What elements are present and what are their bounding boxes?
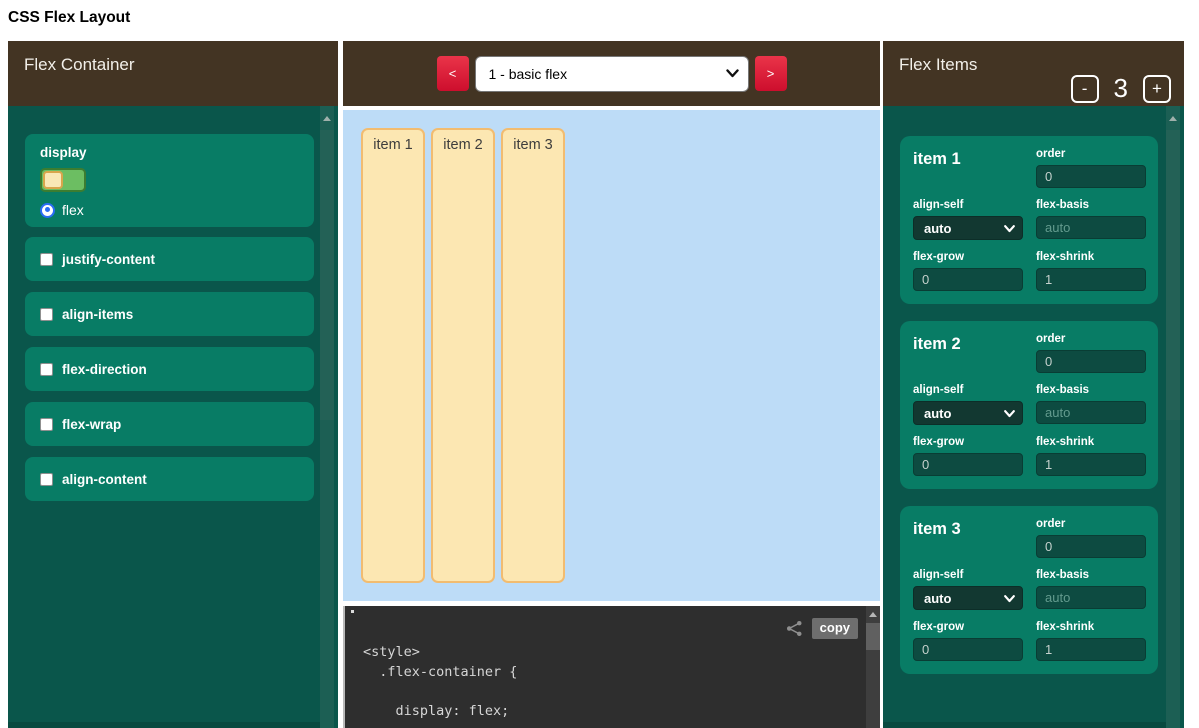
item-3-flex-grow-input[interactable] (913, 638, 1023, 661)
scroll-up-arrow-icon[interactable] (1169, 116, 1177, 121)
item-1-order-input[interactable] (1036, 165, 1146, 188)
item-2-flex-shrink-input[interactable] (1036, 453, 1146, 476)
item-3-order-input[interactable] (1036, 535, 1146, 558)
flex-direction-checkbox[interactable] (40, 363, 53, 376)
flex-wrap-label: flex-wrap (62, 417, 121, 432)
flex-grow-label: flex-grow (913, 436, 1023, 448)
scroll-up-arrow-icon[interactable] (869, 612, 877, 617)
property-card-align-content[interactable]: align-content (25, 457, 314, 501)
flex-basis-label: flex-basis (1036, 569, 1146, 581)
remove-item-button[interactable]: - (1071, 75, 1099, 103)
flex-items-scrollbar[interactable] (1166, 106, 1180, 728)
order-label: order (1036, 333, 1146, 345)
horizontal-scroll-track[interactable] (883, 722, 1166, 728)
preview-panel: < 1 - basic flex > item 1 item 2 item 3 … (343, 41, 880, 728)
flex-wrap-checkbox[interactable] (40, 418, 53, 431)
add-item-button[interactable]: + (1143, 75, 1171, 103)
display-flex-radio[interactable] (40, 203, 55, 218)
code-panel-scrollbar[interactable] (866, 606, 880, 728)
item-1-flex-shrink-input[interactable] (1036, 268, 1146, 291)
flex-shrink-label: flex-shrink (1036, 621, 1146, 633)
display-property-card: display flex (25, 134, 314, 227)
item-2-flex-grow-input[interactable] (913, 453, 1023, 476)
item-1-flex-grow-input[interactable] (913, 268, 1023, 291)
property-card-flex-wrap[interactable]: flex-wrap (25, 402, 314, 446)
flex-items-panel: Flex Items - 3 + item 1 order align-self… (883, 41, 1184, 728)
flex-shrink-label: flex-shrink (1036, 251, 1146, 263)
preview-flex-item-3: item 3 (501, 128, 565, 583)
flex-container-panel: Flex Container display flex justify-cont… (8, 41, 338, 728)
item-count-controls: - 3 + (1071, 73, 1171, 104)
scrollbar-thumb[interactable] (866, 623, 880, 650)
align-items-checkbox[interactable] (40, 308, 53, 321)
align-self-label: align-self (913, 384, 1023, 396)
flex-grow-label: flex-grow (913, 621, 1023, 633)
item-1-card: item 1 order align-self auto flex-basis (900, 136, 1158, 304)
item-1-flex-basis-input[interactable] (1036, 216, 1146, 239)
preview-flex-item-1: item 1 (361, 128, 425, 583)
item-count-value: 3 (1114, 73, 1128, 104)
align-items-label: align-items (62, 307, 133, 322)
flex-container-panel-body: display flex justify-content align-items… (8, 106, 338, 728)
align-content-checkbox[interactable] (40, 473, 53, 486)
item-3-align-self-select[interactable]: auto (913, 586, 1023, 610)
item-3-flex-basis-input[interactable] (1036, 586, 1146, 609)
share-icon[interactable] (786, 620, 803, 637)
display-toggle-knob[interactable] (43, 171, 63, 189)
flex-grow-label: flex-grow (913, 251, 1023, 263)
next-preset-button[interactable]: > (755, 56, 787, 91)
previous-preset-button[interactable]: < (437, 56, 469, 91)
flex-direction-label: flex-direction (62, 362, 147, 377)
item-3-card: item 3 order align-self auto flex-basis (900, 506, 1158, 674)
flex-shrink-label: flex-shrink (1036, 436, 1146, 448)
item-2-align-self-select[interactable]: auto (913, 401, 1023, 425)
flex-container-panel-title: Flex Container (24, 55, 135, 74)
flex-items-panel-body: item 1 order align-self auto flex-basis (883, 106, 1184, 728)
page-title: CSS Flex Layout (8, 9, 130, 27)
preset-nav-bar: < 1 - basic flex > (343, 41, 880, 106)
scrollbar-thumb[interactable] (320, 130, 334, 420)
justify-content-checkbox[interactable] (40, 253, 53, 266)
item-2-heading: item 2 (913, 333, 1023, 354)
scroll-up-arrow-icon[interactable] (323, 116, 331, 121)
align-content-label: align-content (62, 472, 147, 487)
justify-content-label: justify-content (62, 252, 155, 267)
property-card-flex-direction[interactable]: flex-direction (25, 347, 314, 391)
horizontal-scroll-track[interactable] (8, 722, 320, 728)
order-label: order (1036, 148, 1146, 160)
flex-basis-label: flex-basis (1036, 199, 1146, 211)
display-toggle[interactable] (40, 168, 86, 192)
code-panel-dot (351, 610, 354, 613)
item-1-heading: item 1 (913, 148, 1023, 169)
item-1-align-self-select[interactable]: auto (913, 216, 1023, 240)
align-self-label: align-self (913, 569, 1023, 581)
item-2-order-input[interactable] (1036, 350, 1146, 373)
property-card-align-items[interactable]: align-items (25, 292, 314, 336)
align-self-label: align-self (913, 199, 1023, 211)
item-3-flex-shrink-input[interactable] (1036, 638, 1146, 661)
scrollbar-thumb[interactable] (1166, 130, 1180, 420)
flex-items-panel-title: Flex Items (899, 55, 977, 74)
copy-code-button[interactable]: copy (812, 618, 858, 639)
display-label: display (40, 145, 299, 160)
item-2-flex-basis-input[interactable] (1036, 401, 1146, 424)
flex-container-preview: item 1 item 2 item 3 (343, 110, 880, 601)
flex-items-panel-header: Flex Items - 3 + (883, 41, 1184, 106)
preview-flex-item-2: item 2 (431, 128, 495, 583)
display-flex-radio-label: flex (62, 202, 84, 218)
flex-container-scrollbar[interactable] (320, 106, 334, 728)
item-3-heading: item 3 (913, 518, 1023, 539)
preset-select[interactable]: 1 - basic flex (475, 56, 749, 92)
order-label: order (1036, 518, 1146, 530)
item-2-card: item 2 order align-self auto flex-basis (900, 321, 1158, 489)
flex-basis-label: flex-basis (1036, 384, 1146, 396)
code-panel: copy <style> .flex-container { display: … (343, 606, 880, 728)
property-card-justify-content[interactable]: justify-content (25, 237, 314, 281)
flex-container-panel-header: Flex Container (8, 41, 338, 106)
